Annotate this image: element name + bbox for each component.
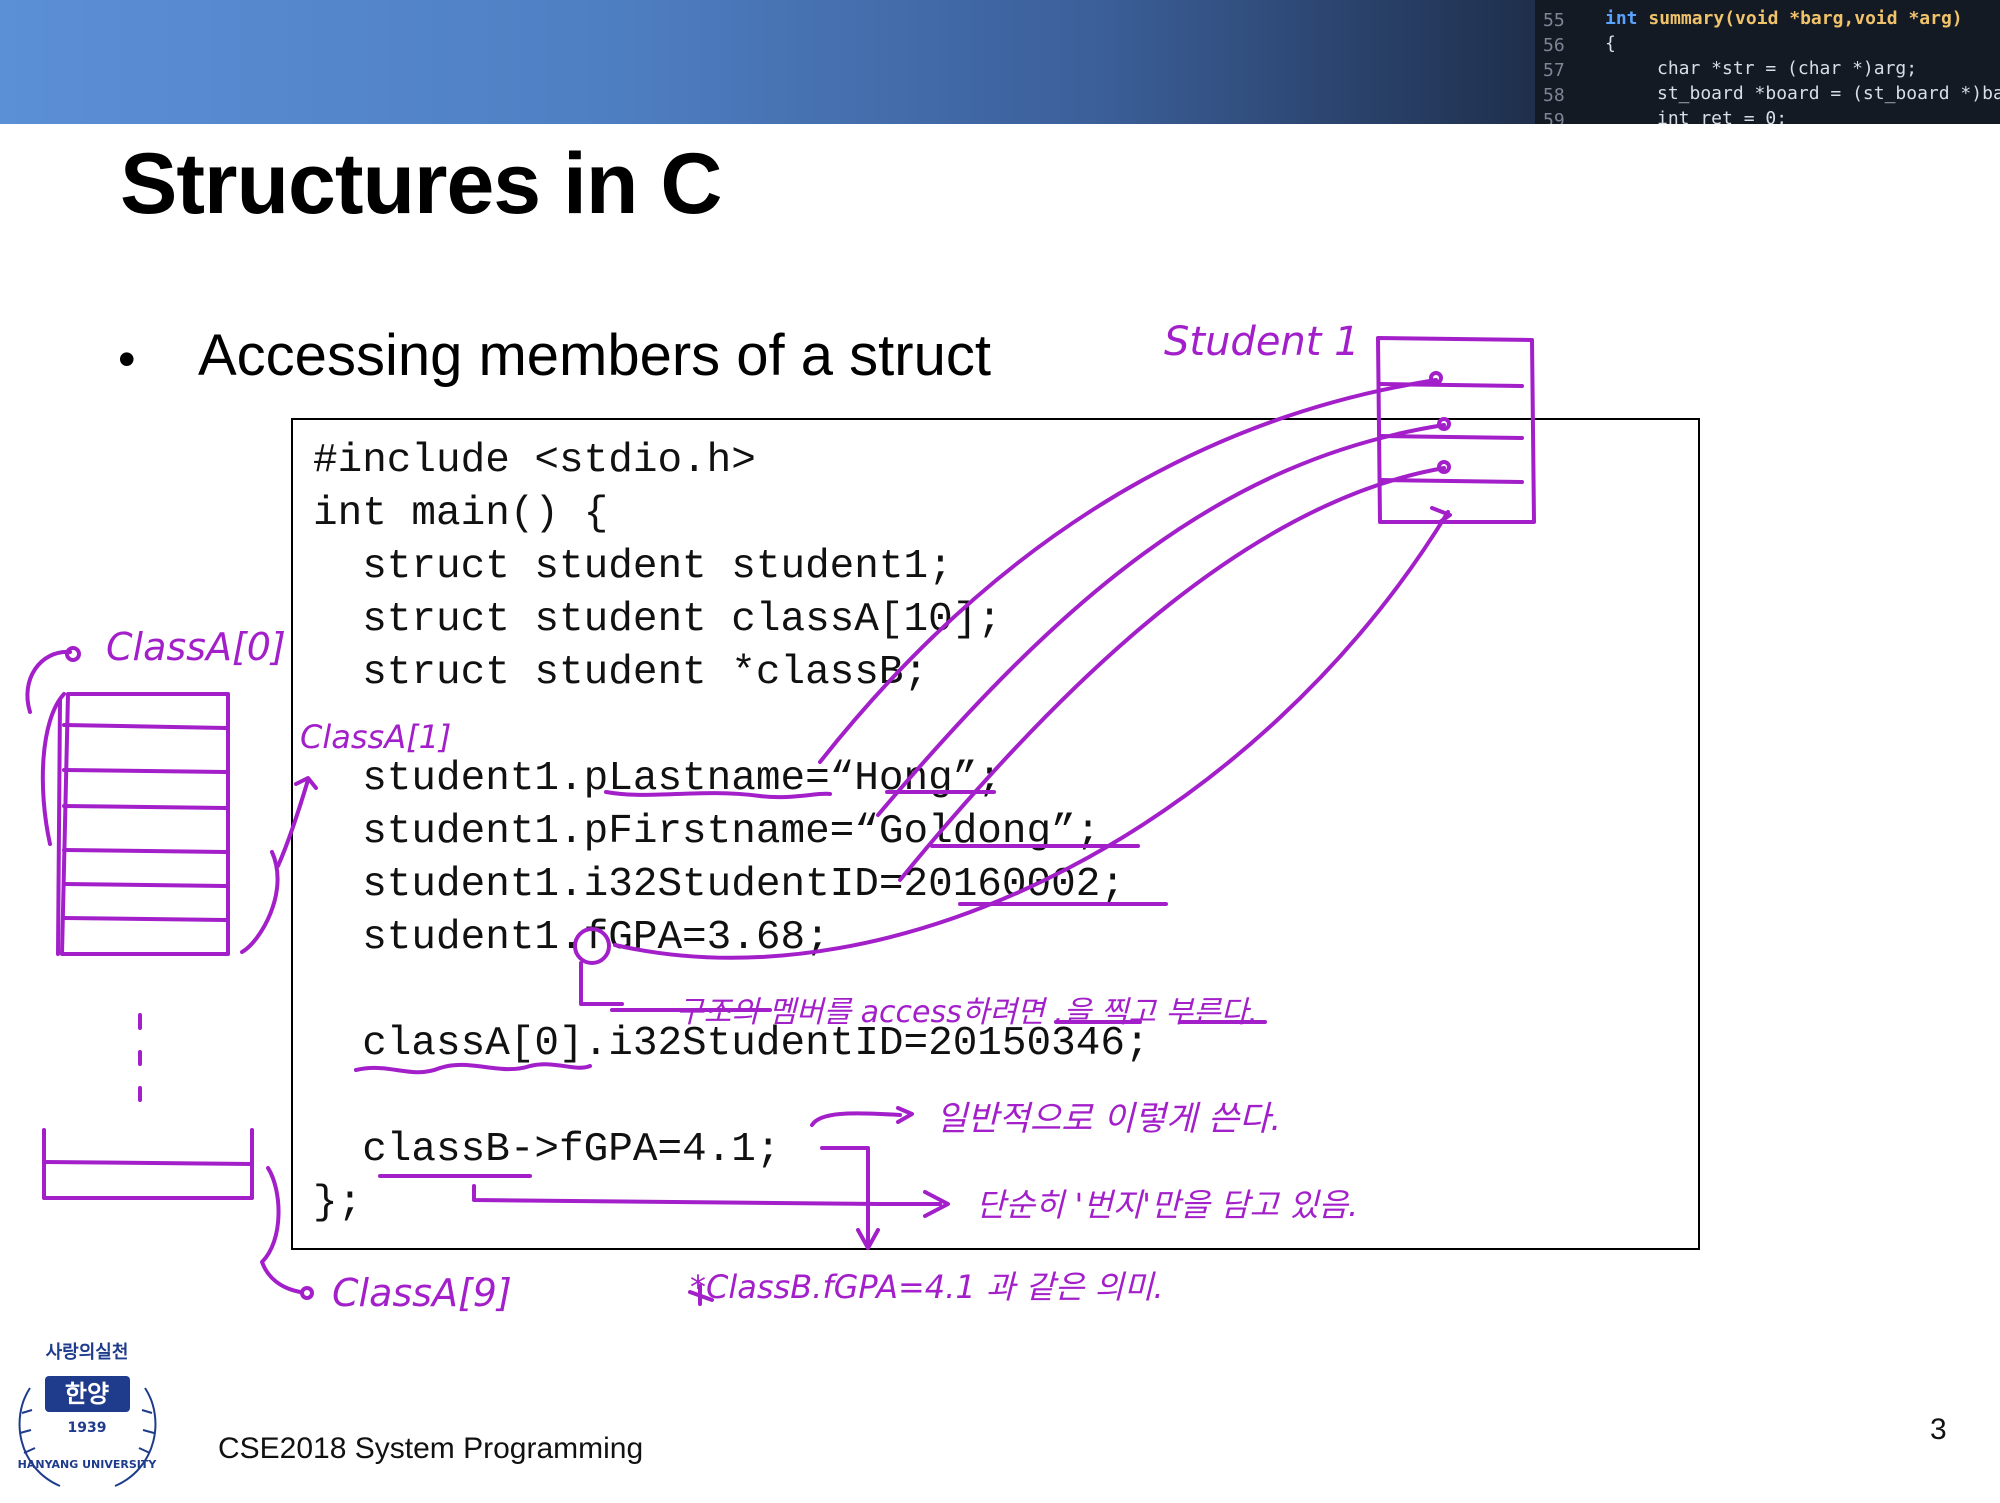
code-line: int main() { <box>313 491 609 537</box>
classA0-label: ClassA[0] <box>106 625 286 669</box>
code-line: student1.i32StudentID=20160002; <box>313 862 1125 908</box>
bullet-marker: • <box>118 331 136 387</box>
classA-array-box <box>60 692 230 956</box>
bullet-text: Accessing members of a struct <box>198 323 991 388</box>
code-line: classB->fGPA=4.1; <box>313 1127 781 1173</box>
code-line: struct student *classB; <box>313 650 929 696</box>
classA9-box <box>42 1128 254 1200</box>
code-line: classA[0].i32StudentID=20150346; <box>313 1021 1150 1067</box>
line-number: 59 <box>1543 110 1565 124</box>
slide-title: Structures in C <box>120 136 722 232</box>
code-line: struct student student1; <box>313 544 953 590</box>
line-number: 57 <box>1543 60 1565 81</box>
code-snippet-line: char *str = (char *)arg; <box>1657 58 1918 79</box>
seal-center-text: 한양 <box>65 1380 109 1408</box>
code-block: #include <stdio.h> int main() { struct s… <box>291 418 1700 1250</box>
header-code-image: 55 int summary(void *barg,void *arg) 56 … <box>1535 0 2000 124</box>
line-number: 55 <box>1543 10 1565 31</box>
code-line: student1.pLastname=“Hong”; <box>313 756 1002 802</box>
code-snippet-line: { <box>1605 33 1616 54</box>
code-line: #include <stdio.h> <box>313 438 756 484</box>
seal-year: 1939 <box>68 1420 107 1436</box>
page-number: 3 <box>1930 1413 1947 1446</box>
student1-label: Student 1 <box>1164 319 1360 365</box>
code-line: }; <box>313 1180 363 1226</box>
code-snippet-line: int summary(void *barg,void *arg) <box>1605 8 1963 29</box>
code-line: student1.pFirstname=“Goldong”; <box>313 809 1101 855</box>
pointer-equivalence-note: *ClassB.fGPA=4.1 과 같은 의미. <box>690 1268 1164 1306</box>
classA9-label: ClassA[9] <box>332 1271 512 1315</box>
code-line: struct student classA[10]; <box>313 597 1002 643</box>
seal-top-text: 사랑의실천 <box>46 1342 129 1363</box>
line-number: 58 <box>1543 85 1565 106</box>
university-seal-logo: 한양 사랑의실천 1939 HANYANG UNIVERSITY <box>0 1318 175 1498</box>
code-line: student1.fGPA=3.68; <box>313 915 830 961</box>
code-snippet-line: int ret = 0; <box>1657 108 1788 124</box>
footer-course-name: CSE2018 System Programming <box>218 1432 644 1465</box>
line-number: 56 <box>1543 35 1565 56</box>
seal-ring-text: HANYANG UNIVERSITY <box>18 1458 158 1471</box>
code-snippet-line: st_board *board = (st_board *)bar <box>1657 83 2000 104</box>
